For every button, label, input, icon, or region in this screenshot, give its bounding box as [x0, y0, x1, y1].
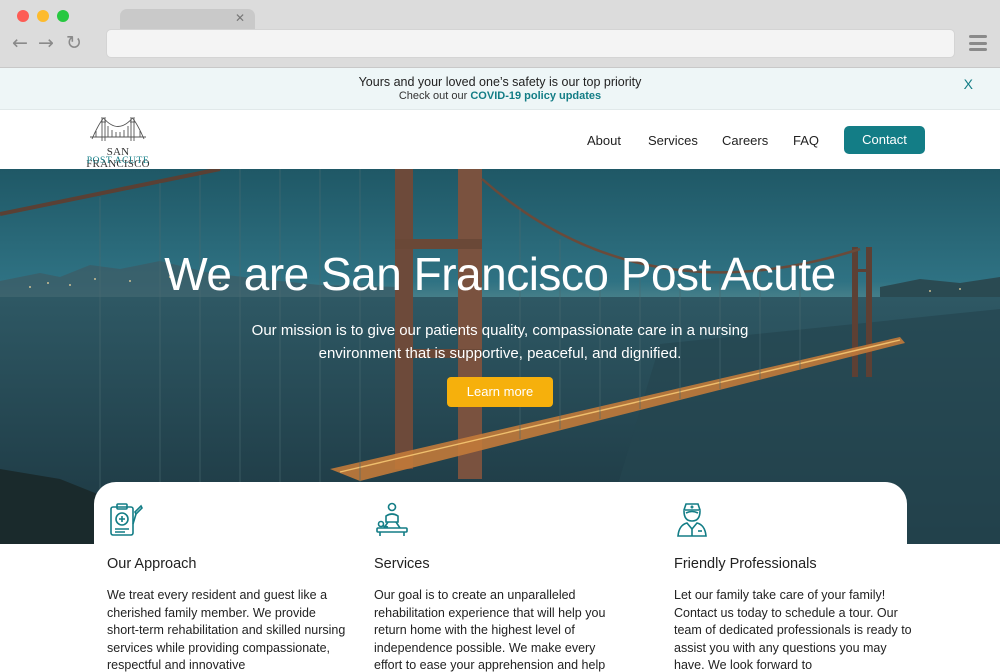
site-header: SAN FRANCISCO POST ACUTE About Services …	[0, 110, 1000, 170]
nav-services[interactable]: Services	[648, 133, 698, 148]
covid-alert-bar: Yours and your loved one’s safety is our…	[0, 68, 1000, 110]
physical-therapy-icon	[376, 502, 408, 536]
nav-faq[interactable]: FAQ	[793, 133, 819, 148]
address-bar[interactable]	[106, 29, 955, 58]
clipboard-medical-icon	[110, 503, 143, 536]
card-title: Friendly Professionals	[674, 556, 817, 572]
alert-sub-prefix: Check out our	[398, 90, 471, 102]
card-text: We treat every resident and guest like a…	[107, 588, 346, 672]
hero-subtitle: Our mission is to give our patients qual…	[251, 322, 749, 362]
card-title: Services	[374, 556, 430, 572]
learn-more-button[interactable]: Learn more	[447, 377, 553, 407]
close-window-dot[interactable]	[17, 10, 29, 22]
nav-careers[interactable]: Careers	[722, 133, 768, 148]
alert-close-button[interactable]: X	[964, 76, 973, 92]
tab-close-icon[interactable]: ✕	[235, 11, 245, 25]
alert-title: Yours and your loved one’s safety is our…	[358, 75, 642, 89]
card-text: Let our family take care of your family!…	[674, 588, 912, 672]
hero-title: We are San Francisco Post Acute	[164, 248, 836, 300]
back-arrow-icon[interactable]: ←	[12, 33, 28, 53]
nav-about[interactable]: About	[587, 133, 621, 148]
covid-policy-link[interactable]: COVID-19 policy updates	[470, 90, 601, 102]
forward-arrow-icon[interactable]: →	[38, 33, 54, 53]
minimize-window-dot[interactable]	[37, 10, 49, 22]
alert-subtext: Check out our COVID-19 policy updates	[0, 90, 1000, 102]
browser-tab[interactable]: ✕	[120, 9, 255, 31]
card-title: Our Approach	[107, 556, 197, 572]
site-logo[interactable]: SAN FRANCISCO POST ACUTE	[74, 113, 162, 170]
contact-button[interactable]: Contact	[844, 126, 925, 154]
browser-chrome: ✕ ← → ↻	[0, 0, 1000, 68]
reload-icon[interactable]: ↻	[66, 33, 82, 53]
nurse-icon	[677, 503, 707, 537]
browser-menu-icon[interactable]	[969, 35, 987, 51]
logo-line-2: POST ACUTE	[86, 156, 150, 166]
golden-gate-bridge-logo-icon	[90, 117, 146, 141]
card-text: Our goal is to create an unparalleled re…	[374, 588, 606, 672]
maximize-window-dot[interactable]	[57, 10, 69, 22]
